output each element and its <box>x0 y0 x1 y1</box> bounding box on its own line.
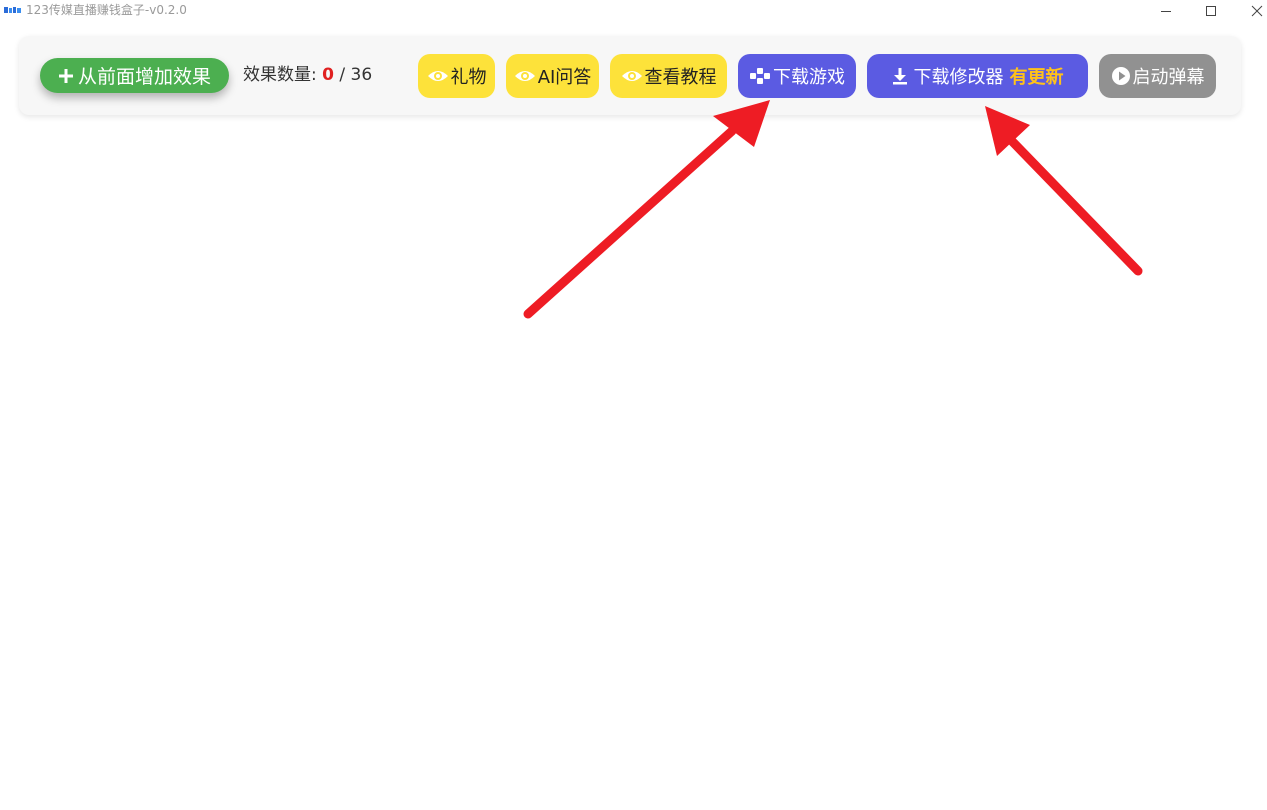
effect-count-separator: / <box>339 65 346 85</box>
effect-count-label: 效果数量: <box>243 65 317 85</box>
close-icon <box>1251 5 1263 17</box>
toolbar: 从前面增加效果 效果数量: 0 / 36 礼物 AI问答 查看教程 下载游戏 下… <box>19 36 1241 115</box>
download-game-button[interactable]: 下载游戏 <box>738 54 856 98</box>
eye-icon <box>621 68 643 84</box>
download-game-button-label: 下载游戏 <box>773 67 845 88</box>
update-available-badge: 有更新 <box>1009 67 1064 88</box>
minimize-button[interactable] <box>1143 0 1189 22</box>
effect-count: 效果数量: 0 / 36 <box>243 64 372 86</box>
ai-qa-button-label: AI问答 <box>537 67 592 88</box>
view-tutorial-button[interactable]: 查看教程 <box>610 54 727 98</box>
download-modifier-button-label: 下载修改器 <box>913 67 1004 88</box>
eye-icon <box>427 68 449 84</box>
effect-count-current: 0 <box>322 65 334 85</box>
window-title: 123传媒直播赚钱盒子-v0.2.0 <box>26 3 187 17</box>
ai-qa-button[interactable]: AI问答 <box>506 54 599 98</box>
download-modifier-button[interactable]: 下载修改器 有更新 <box>867 54 1088 98</box>
eye-icon <box>514 68 536 84</box>
add-effect-button[interactable]: 从前面增加效果 <box>40 58 229 93</box>
start-danmaku-button[interactable]: 启动弹幕 <box>1099 54 1216 98</box>
close-button[interactable] <box>1234 0 1267 22</box>
annotation-overlay <box>523 100 1143 319</box>
gift-button-label: 礼物 <box>450 67 487 88</box>
title-bar: 123传媒直播赚钱盒子-v0.2.0 <box>0 0 1267 22</box>
gift-button[interactable]: 礼物 <box>418 54 495 98</box>
app-logo-icon <box>4 7 21 13</box>
play-circle-icon <box>1111 66 1131 86</box>
add-effect-label: 从前面增加效果 <box>77 66 211 88</box>
plus-icon <box>58 68 74 84</box>
maximize-icon <box>1206 6 1216 16</box>
gamepad-icon <box>749 67 771 85</box>
red-arrow-to-download-game <box>523 100 770 319</box>
maximize-button[interactable] <box>1188 0 1234 22</box>
minimize-icon <box>1161 11 1171 12</box>
effect-count-total: 36 <box>350 65 373 85</box>
start-danmaku-button-label: 启动弹幕 <box>1132 67 1205 88</box>
red-arrow-to-download-modifier <box>985 106 1143 276</box>
view-tutorial-button-label: 查看教程 <box>644 67 717 88</box>
download-icon <box>892 67 908 85</box>
